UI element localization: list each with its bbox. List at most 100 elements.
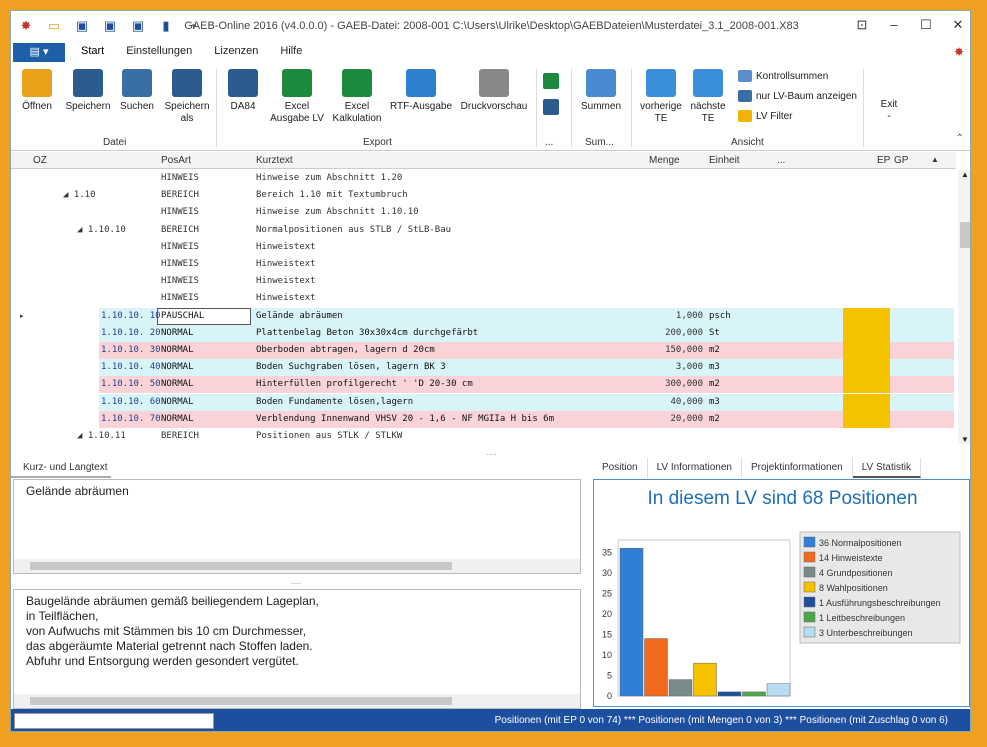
ep-cell[interactable] bbox=[843, 376, 890, 394]
bar-leitbeschreibungen bbox=[742, 691, 766, 697]
ribbon-button-9[interactable]: Summen bbox=[577, 69, 625, 113]
table-row[interactable]: 1.10.10. 70 NORMAL Verblendung Innenwand V… bbox=[99, 410, 954, 428]
excel-icon bbox=[282, 69, 312, 97]
col-menge[interactable]: Menge bbox=[649, 155, 680, 166]
horizontal-splitter[interactable]: .... bbox=[11, 448, 970, 458]
tab-lv-informationen[interactable]: LV Informationen bbox=[648, 458, 742, 478]
excel-calc-icon bbox=[342, 69, 372, 97]
col-more[interactable]: ... bbox=[777, 155, 785, 166]
ribbon-button-7[interactable]: RTF-Ausgabe bbox=[389, 69, 453, 113]
kurztext-cell: Oberboden abtragen, lagern d 20cm bbox=[256, 345, 435, 355]
maximize-icon[interactable]: ☐ bbox=[918, 17, 934, 33]
app-badge-icon[interactable]: ✸ bbox=[954, 45, 964, 59]
scroll-up-icon[interactable]: ▲ bbox=[961, 170, 969, 179]
table-row[interactable]: 1.10.10. 40 NORMAL Boden Suchgraben lösen,… bbox=[99, 359, 954, 377]
table-row[interactable]: 1.10.10. 50 NORMAL Hinterfüllen profilgere… bbox=[99, 376, 954, 394]
ribbon-button-1[interactable]: Speichern bbox=[63, 69, 113, 113]
lv-baum-button[interactable]: nur LV-Baum anzeigen bbox=[738, 90, 857, 102]
ribbon-button-12[interactable]: Exit - bbox=[873, 69, 905, 123]
save-as-icon bbox=[172, 69, 202, 97]
ep-cell[interactable] bbox=[843, 307, 890, 325]
table-row[interactable]: ◢ 1.10 BEREICH Bereich 1.10 mit Textumbruc… bbox=[11, 187, 956, 204]
ep-cell[interactable] bbox=[843, 359, 890, 377]
einheit-cell: m2 bbox=[709, 379, 720, 390]
table-row[interactable]: 1.10.10. 30 NORMAL Oberboden abtragen, lag… bbox=[99, 342, 954, 359]
tab-position[interactable]: Position bbox=[593, 458, 648, 478]
sort-up-icon[interactable]: ▲ bbox=[931, 155, 939, 164]
col-gp[interactable]: GP bbox=[894, 155, 908, 166]
short-text-box[interactable]: Gelände abräumen bbox=[13, 479, 581, 574]
collapse-ribbon-icon[interactable]: ⌃ bbox=[956, 133, 964, 144]
scroll-thumb[interactable] bbox=[960, 222, 970, 248]
tab-hilfe[interactable]: Hilfe bbox=[280, 45, 302, 57]
ribbon-button-5[interactable]: Excel Ausgabe LV bbox=[267, 69, 327, 125]
table-row[interactable]: HINWEIS Hinweistext bbox=[11, 290, 956, 307]
ribbon-button-6[interactable]: Excel Kalkulation bbox=[329, 69, 385, 125]
tab-einstellungen[interactable]: Einstellungen bbox=[126, 45, 192, 57]
excel-small-button[interactable] bbox=[543, 73, 559, 89]
table-row[interactable]: ◢ 1.10.10 BEREICH Normalpositionen aus STL… bbox=[11, 222, 956, 239]
col-posart[interactable]: PosArt bbox=[161, 155, 191, 166]
posart-cell: HINWEIS bbox=[161, 293, 199, 304]
ribbon-button-2[interactable]: Suchen bbox=[115, 69, 159, 113]
ribbon-button-3[interactable]: Speichern als bbox=[161, 69, 213, 125]
close-icon[interactable]: ✕ bbox=[950, 17, 966, 33]
filter-icon bbox=[738, 110, 752, 122]
save-small-button[interactable] bbox=[543, 99, 559, 115]
ep-cell[interactable] bbox=[843, 324, 890, 342]
scroll-down-icon[interactable]: ▼ bbox=[961, 435, 969, 444]
title-bar: ✸ ▭ ▣ ▣ ▣ ▮ ▾ GAEB-Online 2016 (v4.0.0.0… bbox=[11, 11, 970, 41]
table-row[interactable]: HINWEIS Hinweise zum Abschnitt 1.10.10 bbox=[11, 204, 956, 221]
ribbon-button-label: nächste TE bbox=[690, 101, 726, 124]
table-row[interactable]: HINWEIS Hinweistext bbox=[11, 256, 956, 273]
long-text-scrollbar[interactable] bbox=[14, 694, 580, 708]
col-kurztext[interactable]: Kurztext bbox=[256, 155, 293, 166]
grid-vertical-scrollbar[interactable]: ▲ ▼ bbox=[958, 170, 970, 444]
tab-lizenzen[interactable]: Lizenzen bbox=[214, 45, 258, 57]
y-tick-label: 25 bbox=[602, 588, 612, 598]
right-pane-tabs: Position LV Informationen Projektinforma… bbox=[593, 458, 970, 478]
short-text: Gelände abräumen bbox=[26, 484, 129, 498]
text-splitter[interactable]: .... bbox=[11, 577, 581, 587]
ribbon-button-10[interactable]: vorherige TE bbox=[635, 69, 687, 125]
ribbon-button-0[interactable]: Öffnen bbox=[19, 69, 55, 113]
long-text-box[interactable]: Baugelände abräumen gemäß beiliegendem L… bbox=[13, 589, 581, 709]
oz-cell: 1.10.10. 20 bbox=[101, 327, 161, 338]
kurz-langtext-tab[interactable]: Kurz- und Langtext bbox=[11, 458, 111, 478]
file-menu-button[interactable]: ▤ ▾ bbox=[13, 43, 65, 62]
table-row[interactable]: HINWEIS Hinweistext bbox=[11, 239, 956, 256]
posart-cell: NORMAL bbox=[161, 327, 194, 338]
table-row[interactable]: 1.10.10. 10 PAUSCHAL Gelände abräumen psch 1… bbox=[99, 307, 954, 325]
ribbon-button-8[interactable]: Druckvorschau bbox=[459, 69, 529, 113]
col-einheit[interactable]: Einheit bbox=[709, 155, 740, 166]
col-oz[interactable]: OZ bbox=[33, 155, 47, 166]
posart-cell: BEREICH bbox=[161, 431, 199, 441]
minimize-icon[interactable]: – bbox=[886, 17, 902, 33]
tab-lv-statistik[interactable]: LV Statistik bbox=[852, 458, 921, 478]
kontrollsummen-button[interactable]: Kontrollsummen bbox=[738, 70, 828, 82]
col-ep[interactable]: EP bbox=[877, 155, 890, 166]
tab-start[interactable]: Start bbox=[81, 45, 104, 57]
legend-label: 4 Grundpositionen bbox=[819, 568, 893, 578]
ribbon-button-label: Öffnen bbox=[22, 101, 52, 112]
y-tick-label: 30 bbox=[602, 568, 612, 578]
table-row[interactable]: HINWEIS Hinweistext bbox=[11, 273, 956, 290]
y-tick-label: 35 bbox=[602, 547, 612, 557]
table-row[interactable]: 1.10.10. 60 NORMAL Boden Fundamente lösen,… bbox=[99, 393, 954, 411]
table-row[interactable]: ◢ 1.10.11 BEREICH Positionen aus STLK / ST… bbox=[11, 428, 956, 445]
status-input[interactable] bbox=[14, 713, 214, 729]
ribbon-button-11[interactable]: nächste TE bbox=[685, 69, 731, 125]
restore-ribbon-icon[interactable]: ⊡ bbox=[854, 17, 870, 33]
table-row[interactable]: 1.10.10. 20 NORMAL Plattenbelag Beton 30x3… bbox=[99, 324, 954, 342]
tab-projektinformationen[interactable]: Projektinformationen bbox=[742, 458, 853, 478]
ribbon-button-label: Excel Kalkulation bbox=[332, 101, 382, 124]
table-row[interactable]: HINWEIS Hinweise zum Abschnitt 1.20 bbox=[11, 170, 956, 187]
ep-cell[interactable] bbox=[843, 393, 890, 411]
short-text-scrollbar[interactable] bbox=[14, 559, 580, 573]
lv-filter-button[interactable]: LV Filter bbox=[738, 110, 793, 122]
oz-cell: 1.10.10. 40 bbox=[101, 362, 161, 373]
kurztext-cell: Hinweise zum Abschnitt 1.20 bbox=[256, 173, 403, 183]
ep-cell[interactable] bbox=[843, 342, 890, 359]
ribbon-button-4[interactable]: DA84 bbox=[225, 69, 261, 113]
ep-cell[interactable] bbox=[843, 410, 890, 428]
